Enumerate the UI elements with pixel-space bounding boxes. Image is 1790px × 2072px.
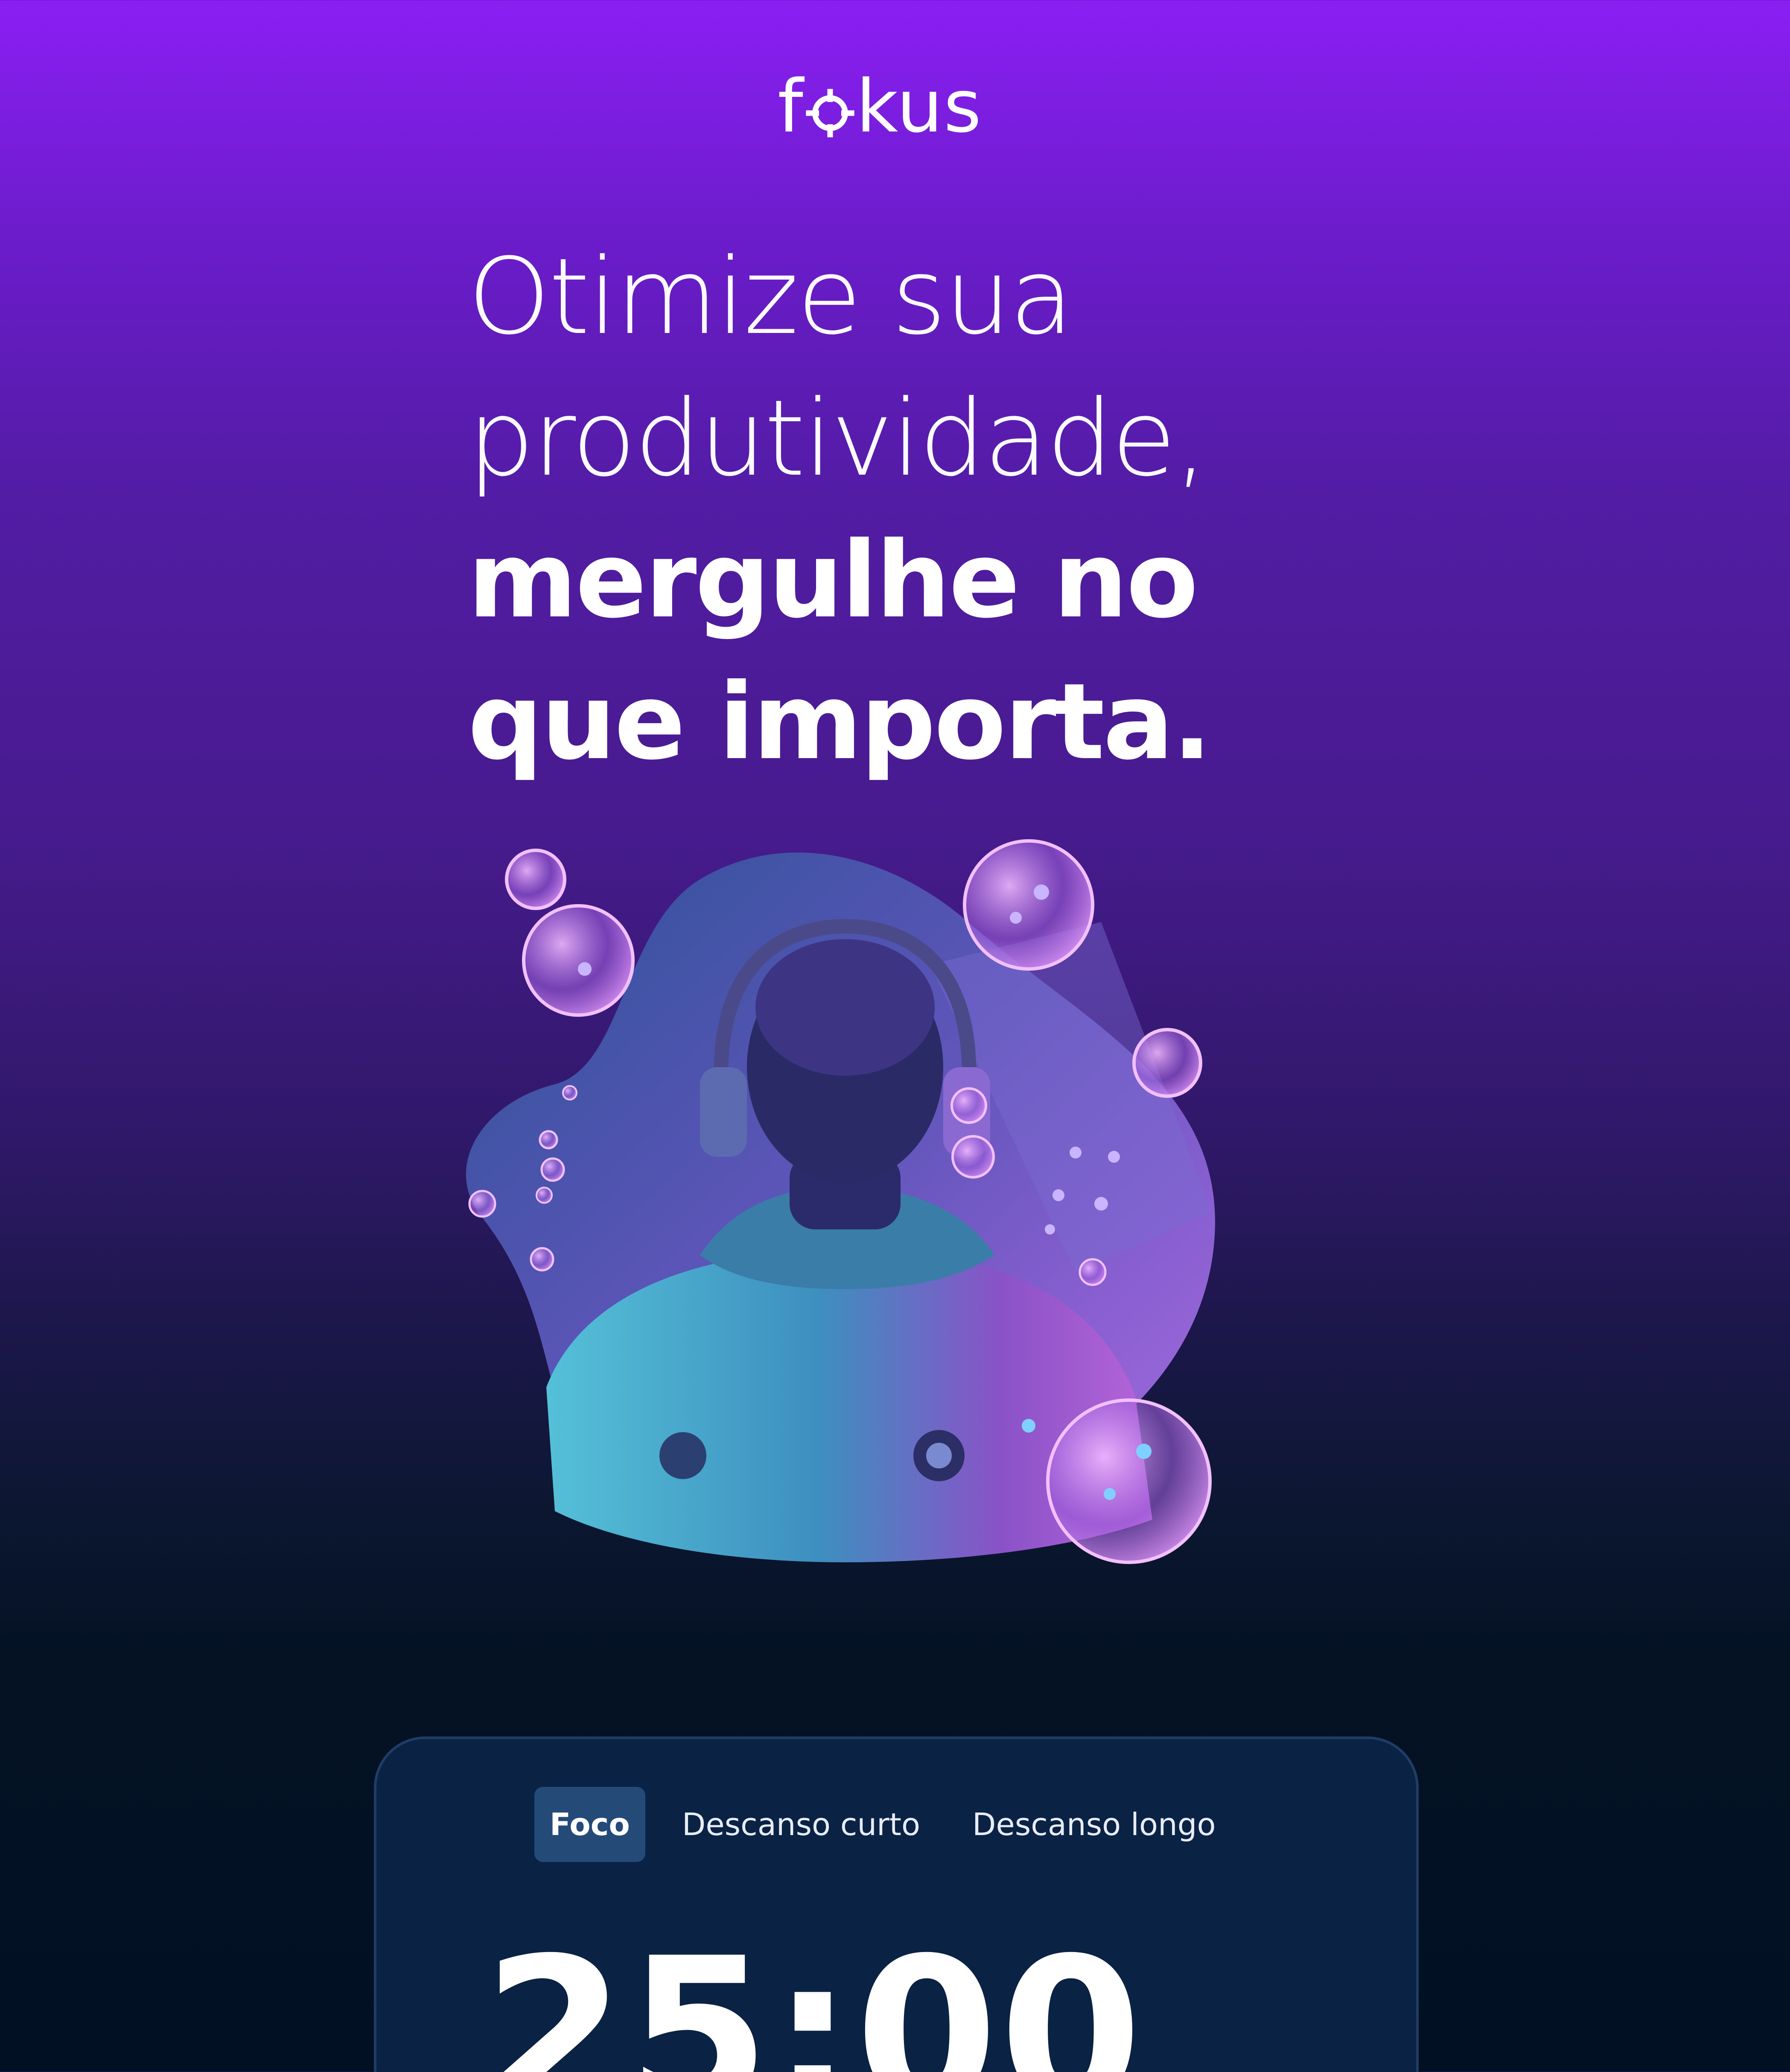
tab-descanso-curto[interactable]: Descanso curto	[667, 1787, 936, 1862]
timer-tabs: Foco Descanso curto Descanso longo	[534, 1786, 1231, 1863]
hero-illustration	[466, 839, 1215, 1564]
hero-headline: Otimize sua produtividade, mergulhe no q…	[468, 226, 1279, 793]
timer-card: Foco Descanso curto Descanso longo 25:00	[374, 1736, 1419, 2072]
fokus-logo: f kus	[778, 64, 1017, 149]
headline-line-1: Otimize sua	[468, 236, 1074, 358]
timer-display: 25:00	[483, 1914, 1144, 2072]
headline-line-3: mergulhe no	[468, 519, 1198, 642]
logo-text-suffix: kus	[856, 64, 982, 149]
headline-line-4: que importa.	[468, 661, 1212, 783]
tab-descanso-longo[interactable]: Descanso longo	[957, 1787, 1231, 1862]
tab-foco[interactable]: Foco	[534, 1787, 645, 1862]
crosshair-icon	[806, 89, 854, 137]
headline-line-2: produtividade,	[468, 378, 1208, 500]
logo-text-prefix: f	[778, 64, 804, 149]
